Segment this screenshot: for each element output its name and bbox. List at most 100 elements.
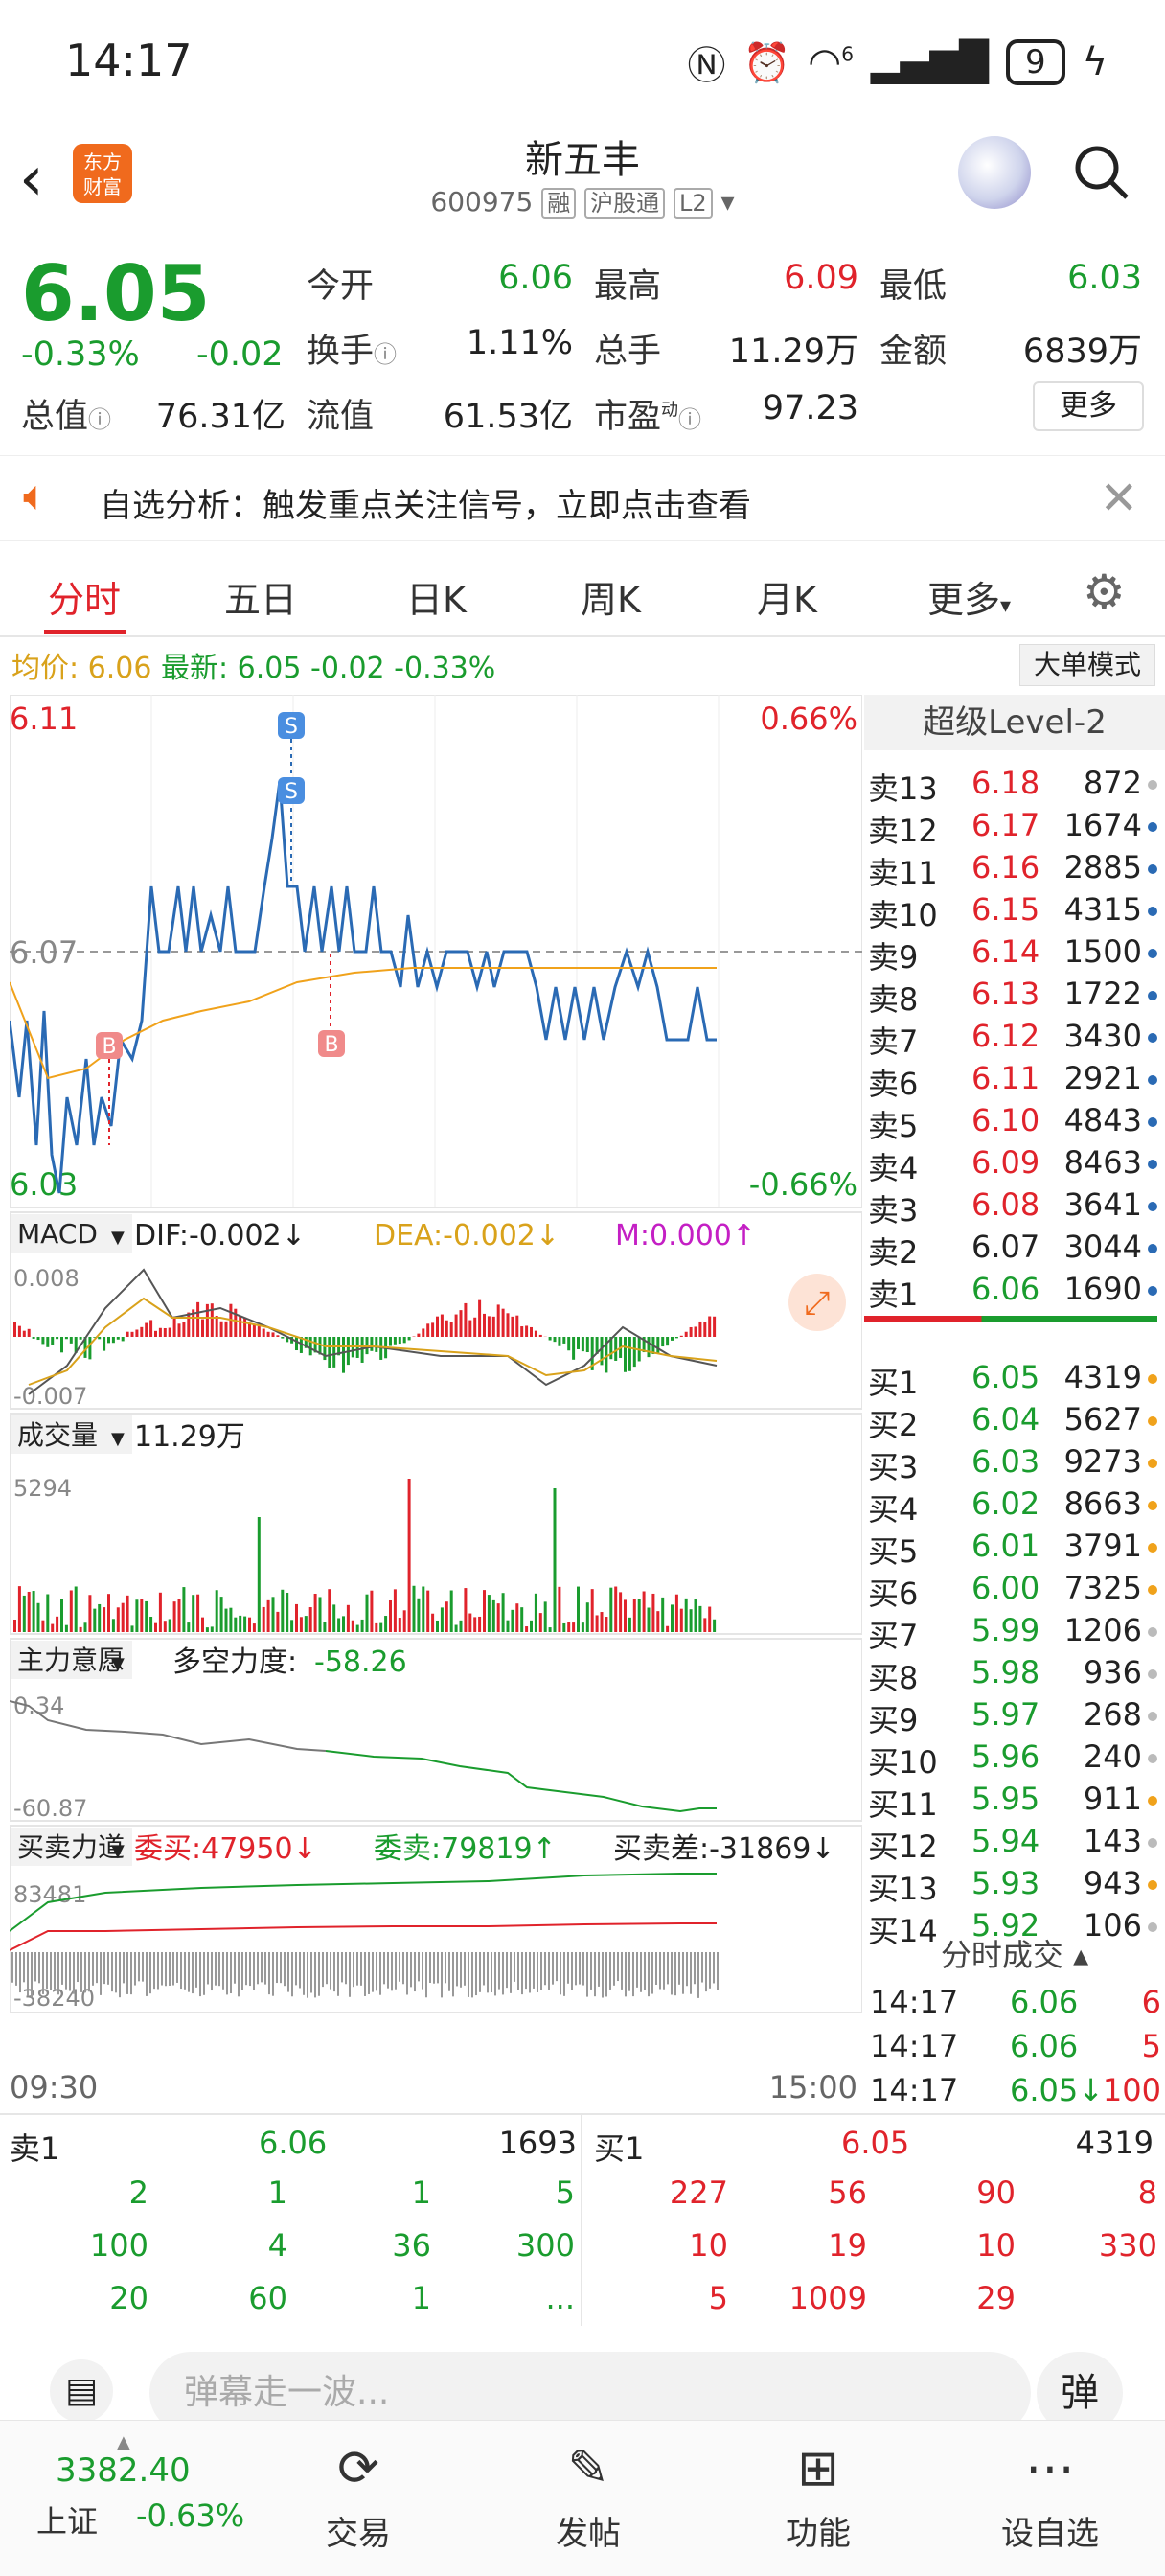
ask-row[interactable]: 卖10 6.15 4315 xyxy=(868,891,1161,933)
diff-bar xyxy=(149,1952,151,1994)
notice-text[interactable]: 自选分析：触发重点关注信号，立即点击查看 xyxy=(100,479,751,526)
ask-force-line xyxy=(10,1873,717,1932)
volume-bar xyxy=(525,1626,529,1632)
volume-bar xyxy=(473,1617,477,1632)
tab-indicator xyxy=(44,630,126,634)
bid-row[interactable]: 买2 6.04 5627 xyxy=(868,1401,1161,1443)
ask-row[interactable]: 卖5 6.10 4843 xyxy=(868,1102,1161,1144)
bid-row[interactable]: 买12 5.94 143 xyxy=(868,1823,1161,1865)
caret-up-icon: ▴ xyxy=(1073,1937,1089,1973)
queue-order: 10 xyxy=(689,2227,728,2264)
robot-avatar[interactable] xyxy=(958,136,1031,209)
level-price: 6.14 xyxy=(971,933,1040,970)
diff-bar xyxy=(659,1952,661,1990)
bid-row[interactable]: 买8 5.98 936 xyxy=(868,1654,1161,1696)
ask-row[interactable]: 卖12 6.17 1674 xyxy=(868,807,1161,849)
diff-bar xyxy=(138,1952,140,1982)
info-icon[interactable]: ⓘ xyxy=(678,406,701,433)
ask-row[interactable]: 卖4 6.09 8463 xyxy=(868,1144,1161,1186)
search-icon[interactable] xyxy=(1071,142,1131,201)
macd-bar xyxy=(36,1337,40,1341)
tab-daily[interactable]: 日K xyxy=(406,570,467,623)
bid-row[interactable]: 买5 6.01 3791 xyxy=(868,1528,1161,1570)
bid-row[interactable]: 买10 5.96 240 xyxy=(868,1738,1161,1781)
macd-bar xyxy=(168,1327,171,1337)
close-icon[interactable]: ✕ xyxy=(1100,472,1138,525)
bid-row[interactable]: 买4 6.02 8663 xyxy=(868,1485,1161,1528)
diff-bar xyxy=(314,1952,316,1998)
queue-order: 5 xyxy=(708,2280,728,2316)
nav-add-watchlist[interactable]: ⋯ 设自选 xyxy=(973,2421,1127,2574)
amount-label: 金额 xyxy=(879,333,948,371)
ask-row[interactable]: 卖2 6.07 3044 xyxy=(868,1229,1161,1271)
bid-row[interactable]: 买6 6.00 7325 xyxy=(868,1570,1161,1612)
bid-row[interactable]: 买7 5.99 1206 xyxy=(868,1612,1161,1654)
settings-icon[interactable]: ⚙ xyxy=(1083,564,1126,620)
level-price: 6.07 xyxy=(971,1229,1040,1265)
info-icon[interactable]: ⓘ xyxy=(374,341,397,368)
ticks-title[interactable]: 分时成交 ▴ xyxy=(864,1931,1165,1975)
macd-bar xyxy=(614,1337,618,1361)
big-order-mode-button[interactable]: 大单模式 xyxy=(1019,644,1155,686)
volume-bar xyxy=(402,1610,406,1632)
diff-bar xyxy=(276,1952,278,1984)
level-dot xyxy=(1148,1585,1157,1595)
level-volume: 268 xyxy=(1083,1696,1142,1733)
tab-weekly[interactable]: 周K xyxy=(581,570,641,623)
level-price: 6.13 xyxy=(971,976,1040,1012)
diff-bar xyxy=(337,1952,339,1996)
notice-bar[interactable]: 🔈︎ 自选分析：触发重点关注信号，立即点击查看 ✕ xyxy=(0,455,1165,541)
ask-row[interactable]: 卖3 6.08 3641 xyxy=(868,1186,1161,1229)
level-price: 5.96 xyxy=(971,1738,1040,1775)
queue-buy-total: 4319 xyxy=(1075,2125,1154,2161)
tab-intraday[interactable]: 分时 xyxy=(48,570,121,623)
tab-monthly[interactable]: 月K xyxy=(757,570,817,623)
queue-order: 2 xyxy=(128,2174,148,2211)
ask-row[interactable]: 卖1 6.06 1690 xyxy=(868,1271,1161,1313)
diff-bar xyxy=(257,1952,259,1985)
ask-row[interactable]: 卖11 6.16 2885 xyxy=(868,849,1161,891)
tag-level2: L2 xyxy=(674,188,713,218)
ask-row[interactable]: 卖6 6.11 2921 xyxy=(868,1060,1161,1102)
alarm-icon: ⏰ xyxy=(742,40,791,85)
bid-row[interactable]: 买9 5.97 268 xyxy=(868,1696,1161,1738)
diff-bar xyxy=(61,1952,63,1985)
ask-row[interactable]: 卖7 6.12 3430 xyxy=(868,1018,1161,1060)
diff-bar xyxy=(69,1952,71,1991)
bid-ask-ratio-bar xyxy=(864,1316,1157,1322)
bid-row[interactable]: 买1 6.05 4319 xyxy=(868,1359,1161,1401)
bid-row[interactable]: 买11 5.95 911 xyxy=(868,1781,1161,1823)
volume-bar xyxy=(698,1605,702,1632)
ask-row[interactable]: 卖8 6.13 1722 xyxy=(868,976,1161,1018)
volume-bar xyxy=(365,1594,369,1632)
notes-icon[interactable]: ▤ xyxy=(50,2359,113,2423)
bid-row[interactable]: 买13 5.93 943 xyxy=(868,1865,1161,1907)
tab-more[interactable]: 更多▾ xyxy=(927,570,1011,623)
more-button[interactable]: 更多 xyxy=(1033,381,1144,431)
ask-row[interactable]: 卖9 6.14 1500 xyxy=(868,933,1161,976)
nav-functions[interactable]: ⊞ 功能 xyxy=(742,2421,895,2574)
main-force-label: 主力意愿 xyxy=(17,1644,125,1676)
diff-bar xyxy=(418,1952,420,1982)
index-ticker[interactable]: ▲ 3382.40 上证 -0.63% xyxy=(0,2432,244,2576)
nav-post[interactable]: ✎ 发帖 xyxy=(512,2421,665,2574)
volume-bar xyxy=(384,1616,388,1632)
level-label: 买9 xyxy=(868,1702,919,1738)
diff-bar xyxy=(399,1952,400,1982)
level-price: 5.94 xyxy=(971,1823,1040,1859)
diff-bar xyxy=(717,1952,719,1990)
volume-bar xyxy=(192,1595,195,1632)
volume-bar xyxy=(83,1622,87,1632)
order-book-title[interactable]: 超级Level-2 xyxy=(864,695,1165,750)
volume-bar xyxy=(286,1592,289,1632)
nav-trade[interactable]: ⟳ 交易 xyxy=(282,2421,435,2574)
ask-row[interactable]: 卖13 6.18 872 xyxy=(868,765,1161,807)
volume-bar xyxy=(172,1601,176,1632)
intraday-chart[interactable]: 6.11 6.07 6.03 0.66% -0.66% S S B B MACD… xyxy=(10,695,862,2108)
macd-bar xyxy=(628,1337,631,1371)
volume-bar xyxy=(520,1607,524,1632)
tab-5day[interactable]: 五日 xyxy=(224,570,297,623)
info-icon[interactable]: ⓘ xyxy=(88,406,111,433)
bid-row[interactable]: 买3 6.03 9273 xyxy=(868,1443,1161,1485)
diff-bar xyxy=(632,1952,634,1997)
